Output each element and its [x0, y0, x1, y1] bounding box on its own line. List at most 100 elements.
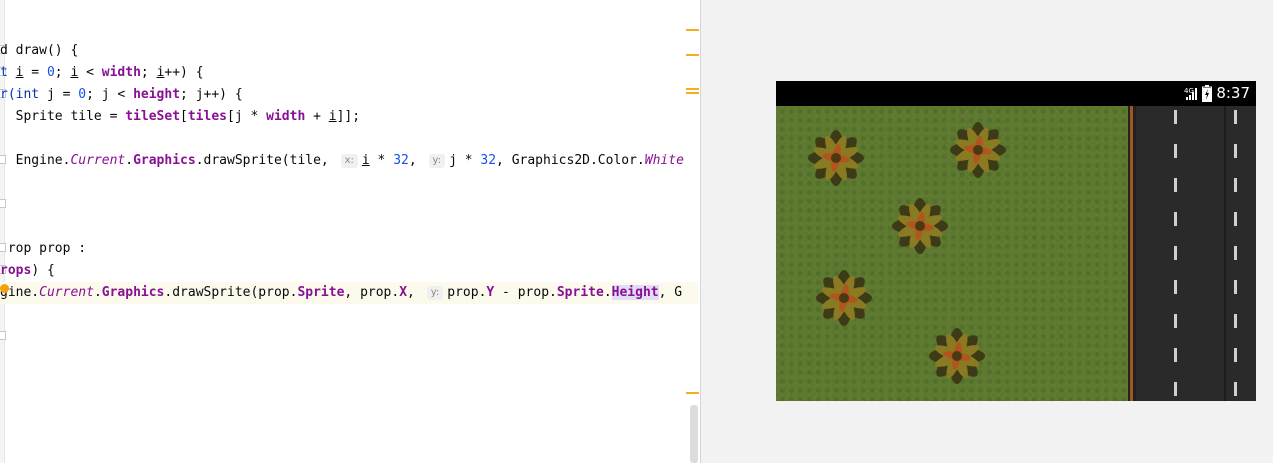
road — [1136, 106, 1256, 401]
code-token: , Graphics2D.Color. — [496, 153, 645, 168]
code-line[interactable]: t i = 0; i < width; i++) { — [0, 62, 698, 84]
code-token: width — [266, 109, 306, 124]
code-token: Sprite — [297, 285, 345, 300]
code-token: , — [407, 285, 423, 300]
code-token: t — [0, 65, 16, 80]
palm-tree-icon — [950, 122, 1006, 178]
code-token: j = — [39, 87, 79, 102]
warning-marker[interactable] — [686, 88, 699, 90]
error-stripe[interactable] — [684, 0, 700, 463]
lane-dash — [1234, 110, 1237, 124]
lane-dash — [1234, 314, 1237, 328]
code-token: - prop. — [494, 285, 557, 300]
game-canvas[interactable] — [776, 106, 1256, 401]
code-token: i — [328, 109, 337, 124]
code-token: X — [399, 285, 408, 300]
lane-dash — [1234, 280, 1237, 294]
code-token: 32 — [480, 153, 497, 168]
code-token: .drawSprite(tile, — [195, 153, 337, 168]
parameter-hint: y: — [426, 286, 444, 300]
code-token: ; — [54, 65, 71, 80]
code-token: Graphics — [133, 153, 196, 168]
code-line[interactable] — [0, 216, 698, 238]
palm-tree-icon — [808, 130, 864, 186]
code-token: , G — [658, 285, 683, 300]
lane-dash — [1174, 110, 1177, 124]
code-token: height — [133, 87, 181, 102]
pane-divider[interactable] — [700, 0, 701, 463]
fold-marker[interactable] — [0, 331, 6, 340]
vertical-scrollbar[interactable] — [690, 405, 698, 463]
palm-tree-icon — [892, 198, 948, 254]
code-token: i — [361, 153, 370, 168]
code-token: . — [125, 153, 134, 168]
lane-dash — [1174, 382, 1177, 396]
lane-dash — [1174, 178, 1177, 192]
code-token: [j * — [227, 109, 267, 124]
status-time: 8:37 — [1216, 84, 1250, 102]
lane-dash — [1174, 314, 1177, 328]
code-token: [ — [180, 109, 188, 124]
code-token: prop. — [447, 285, 487, 300]
code-token: Sprite tile = — [0, 109, 126, 124]
lane-dash — [1174, 348, 1177, 362]
code-token: Current — [39, 285, 94, 300]
code-token: Sprite — [556, 285, 604, 300]
code-line[interactable]: rops) { — [0, 260, 698, 282]
lane-dash — [1174, 280, 1177, 294]
parameter-hint: y: — [428, 154, 446, 168]
code-token: ; j++) { — [180, 87, 243, 102]
code-line[interactable] — [0, 128, 698, 150]
code-token: 0 — [46, 65, 55, 80]
status-bar: 4G 8:37 — [776, 81, 1256, 106]
code-line[interactable] — [0, 194, 698, 216]
code-token: Graphics — [101, 285, 165, 300]
code-token: ]]; — [336, 109, 361, 124]
lane-dash — [1234, 144, 1237, 158]
code-token: ; — [140, 65, 157, 80]
code-token: , — [408, 153, 425, 168]
code-token: ++) { — [164, 65, 204, 80]
code-token: Engine. — [0, 153, 71, 168]
code-token: White — [644, 153, 684, 168]
code-line[interactable]: rop prop : — [0, 238, 698, 260]
code-editor[interactable]: d draw() { t i = 0; i < width; i++) {r(in… — [0, 0, 700, 463]
warning-marker[interactable] — [686, 392, 699, 394]
road-seam — [1224, 106, 1226, 401]
lane-dash — [1234, 212, 1237, 226]
code-token: = — [23, 65, 47, 80]
code-line[interactable]: d draw() { — [0, 40, 698, 62]
code-token: rops — [0, 263, 32, 278]
lane-dash — [1234, 246, 1237, 260]
breakpoint-icon[interactable] — [0, 284, 9, 293]
code-token: < — [78, 65, 102, 80]
code-token: .drawSprite(prop. — [164, 285, 298, 300]
code-line[interactable]: Sprite tile = tileSet[tiles[j * width + … — [0, 106, 698, 128]
emulator-screen[interactable]: 4G 8:37 — [776, 81, 1256, 401]
code-token: , prop. — [344, 285, 400, 300]
lane-dash — [1234, 178, 1237, 192]
signal-icon: 4G — [1184, 87, 1197, 100]
warning-marker[interactable] — [686, 29, 699, 31]
code-token: j * — [449, 153, 481, 168]
code-token: + — [305, 109, 329, 124]
palm-tree-icon — [929, 328, 985, 384]
warning-marker[interactable] — [686, 54, 699, 56]
code-token: d draw() { — [0, 43, 79, 58]
road-curb — [1128, 106, 1136, 401]
code-token: ) { — [31, 263, 55, 278]
code-line[interactable] — [0, 172, 698, 194]
palm-tree-icon — [816, 270, 872, 326]
lane-dash — [1174, 144, 1177, 158]
code-token: . — [93, 285, 102, 300]
code-token: tileSet — [125, 109, 181, 124]
code-line[interactable]: Engine.Current.Graphics.drawSprite(tile,… — [0, 150, 698, 172]
code-token: int — [15, 87, 40, 102]
code-line[interactable]: r(int j = 0; j < height; j++) { — [0, 84, 698, 106]
code-token: 0 — [78, 87, 87, 102]
battery-icon — [1202, 85, 1212, 102]
warning-marker[interactable] — [686, 92, 699, 94]
lane-dash — [1174, 246, 1177, 260]
code-token: tiles — [187, 109, 227, 124]
code-line[interactable]: gine.Current.Graphics.drawSprite(prop.Sp… — [0, 282, 698, 304]
